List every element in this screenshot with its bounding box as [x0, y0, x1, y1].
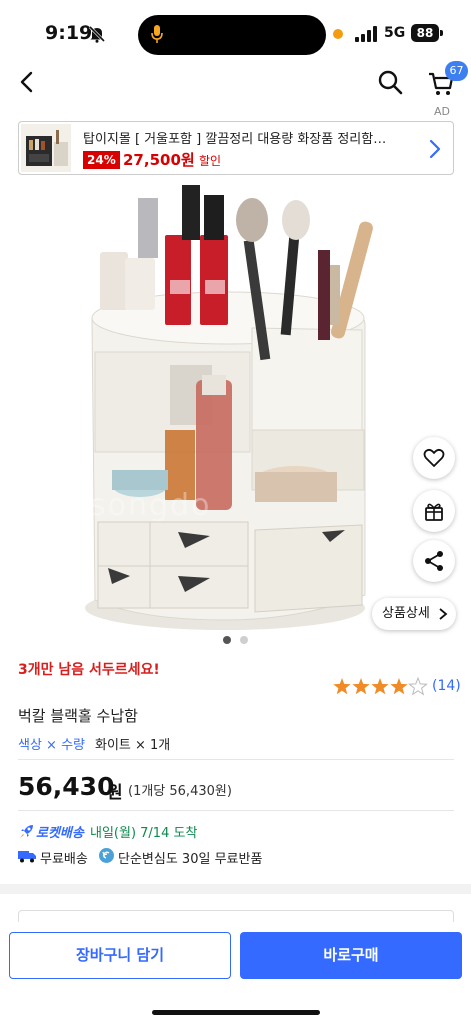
- ad-discount-badge: 24%: [83, 151, 120, 169]
- star-filled-icon: [371, 678, 389, 695]
- product-detail-button[interactable]: 상품상세: [372, 598, 456, 630]
- network-label: 5G: [384, 25, 406, 41]
- free-shipping-label: 무료배송: [40, 852, 88, 867]
- status-bar: 9:19 5G 88: [0, 0, 471, 68]
- privacy-indicator: [333, 29, 343, 39]
- free-return-label: 단순변심도 30일 무료반품: [118, 852, 263, 867]
- divider: [18, 810, 454, 811]
- unit-price: (1개당 56,430원): [128, 784, 232, 799]
- star-filled-icon: [352, 678, 370, 695]
- gallery-dot-active[interactable]: [223, 636, 231, 644]
- battery-tip: [440, 30, 443, 36]
- buy-now-button[interactable]: 바로구매: [240, 932, 462, 979]
- product-image[interactable]: [0, 180, 471, 640]
- chevron-right-icon: [429, 139, 441, 159]
- gift-icon: [425, 503, 443, 521]
- status-time: 9:19: [45, 22, 93, 44]
- heart-icon: [423, 448, 445, 467]
- star-empty-icon: [408, 676, 428, 696]
- gallery-dot[interactable]: [240, 636, 248, 644]
- star-filled-icon: [333, 678, 351, 695]
- add-to-cart-button[interactable]: 장바구니 담기: [9, 932, 231, 979]
- microphone-icon: [151, 25, 163, 43]
- share-icon: [425, 551, 443, 571]
- rocket-delivery-label: 로켓배송: [36, 826, 84, 841]
- cart-count-badge: 67: [445, 61, 468, 81]
- option-selector[interactable]: 색상 × 수량: [18, 734, 85, 753]
- gift-button[interactable]: [413, 490, 455, 532]
- stock-urgency-text: 3개만 남음 서두르세요!: [18, 662, 160, 678]
- review-count-link[interactable]: (14): [432, 678, 461, 694]
- search-icon[interactable]: [376, 68, 404, 96]
- ad-sale-label: 할인: [199, 154, 222, 168]
- bottom-action-bar: 장바구니 담기 바로구매: [0, 922, 471, 1024]
- rocket-icon: [20, 825, 33, 838]
- battery-indicator: 88: [411, 24, 439, 42]
- chevron-right-icon: [439, 608, 448, 620]
- home-indicator: [152, 1010, 320, 1015]
- return-icon: [99, 848, 114, 863]
- ad-price: 27,500원: [123, 151, 195, 169]
- back-arrow-icon[interactable]: [14, 68, 42, 96]
- star-filled-icon: [390, 678, 408, 695]
- product-name: 벅칼 블랙홀 수납함: [18, 707, 138, 725]
- dynamic-island: [138, 15, 326, 55]
- ad-label: AD: [434, 105, 450, 118]
- ad-product-thumbnail: [21, 124, 71, 172]
- option-value: 화이트 × 1개: [95, 738, 171, 753]
- wishlist-button[interactable]: [413, 437, 455, 479]
- bell-slash-icon: [88, 25, 106, 43]
- divider: [18, 759, 454, 760]
- share-button[interactable]: [413, 540, 455, 582]
- product-price: 56,430: [18, 772, 115, 801]
- ad-title: 탑이지몰 [ 거울포함 ] 깔끔정리 대용량 화장품 정리함…: [83, 132, 387, 147]
- product-detail-label: 상품상세: [382, 606, 430, 621]
- rating-stars-icon: [333, 676, 428, 696]
- ad-banner[interactable]: 탑이지몰 [ 거울포함 ] 깔끔정리 대용량 화장품 정리함… 24% 27,5…: [18, 121, 454, 175]
- truck-icon: [18, 851, 36, 863]
- star-rating[interactable]: [333, 676, 429, 697]
- signal-icon: [355, 26, 377, 42]
- image-watermark: songdo: [90, 488, 212, 523]
- price-unit: 원: [107, 783, 123, 803]
- section-divider: [0, 884, 471, 894]
- delivery-date: 내일(월) 7/14 도착: [90, 826, 198, 841]
